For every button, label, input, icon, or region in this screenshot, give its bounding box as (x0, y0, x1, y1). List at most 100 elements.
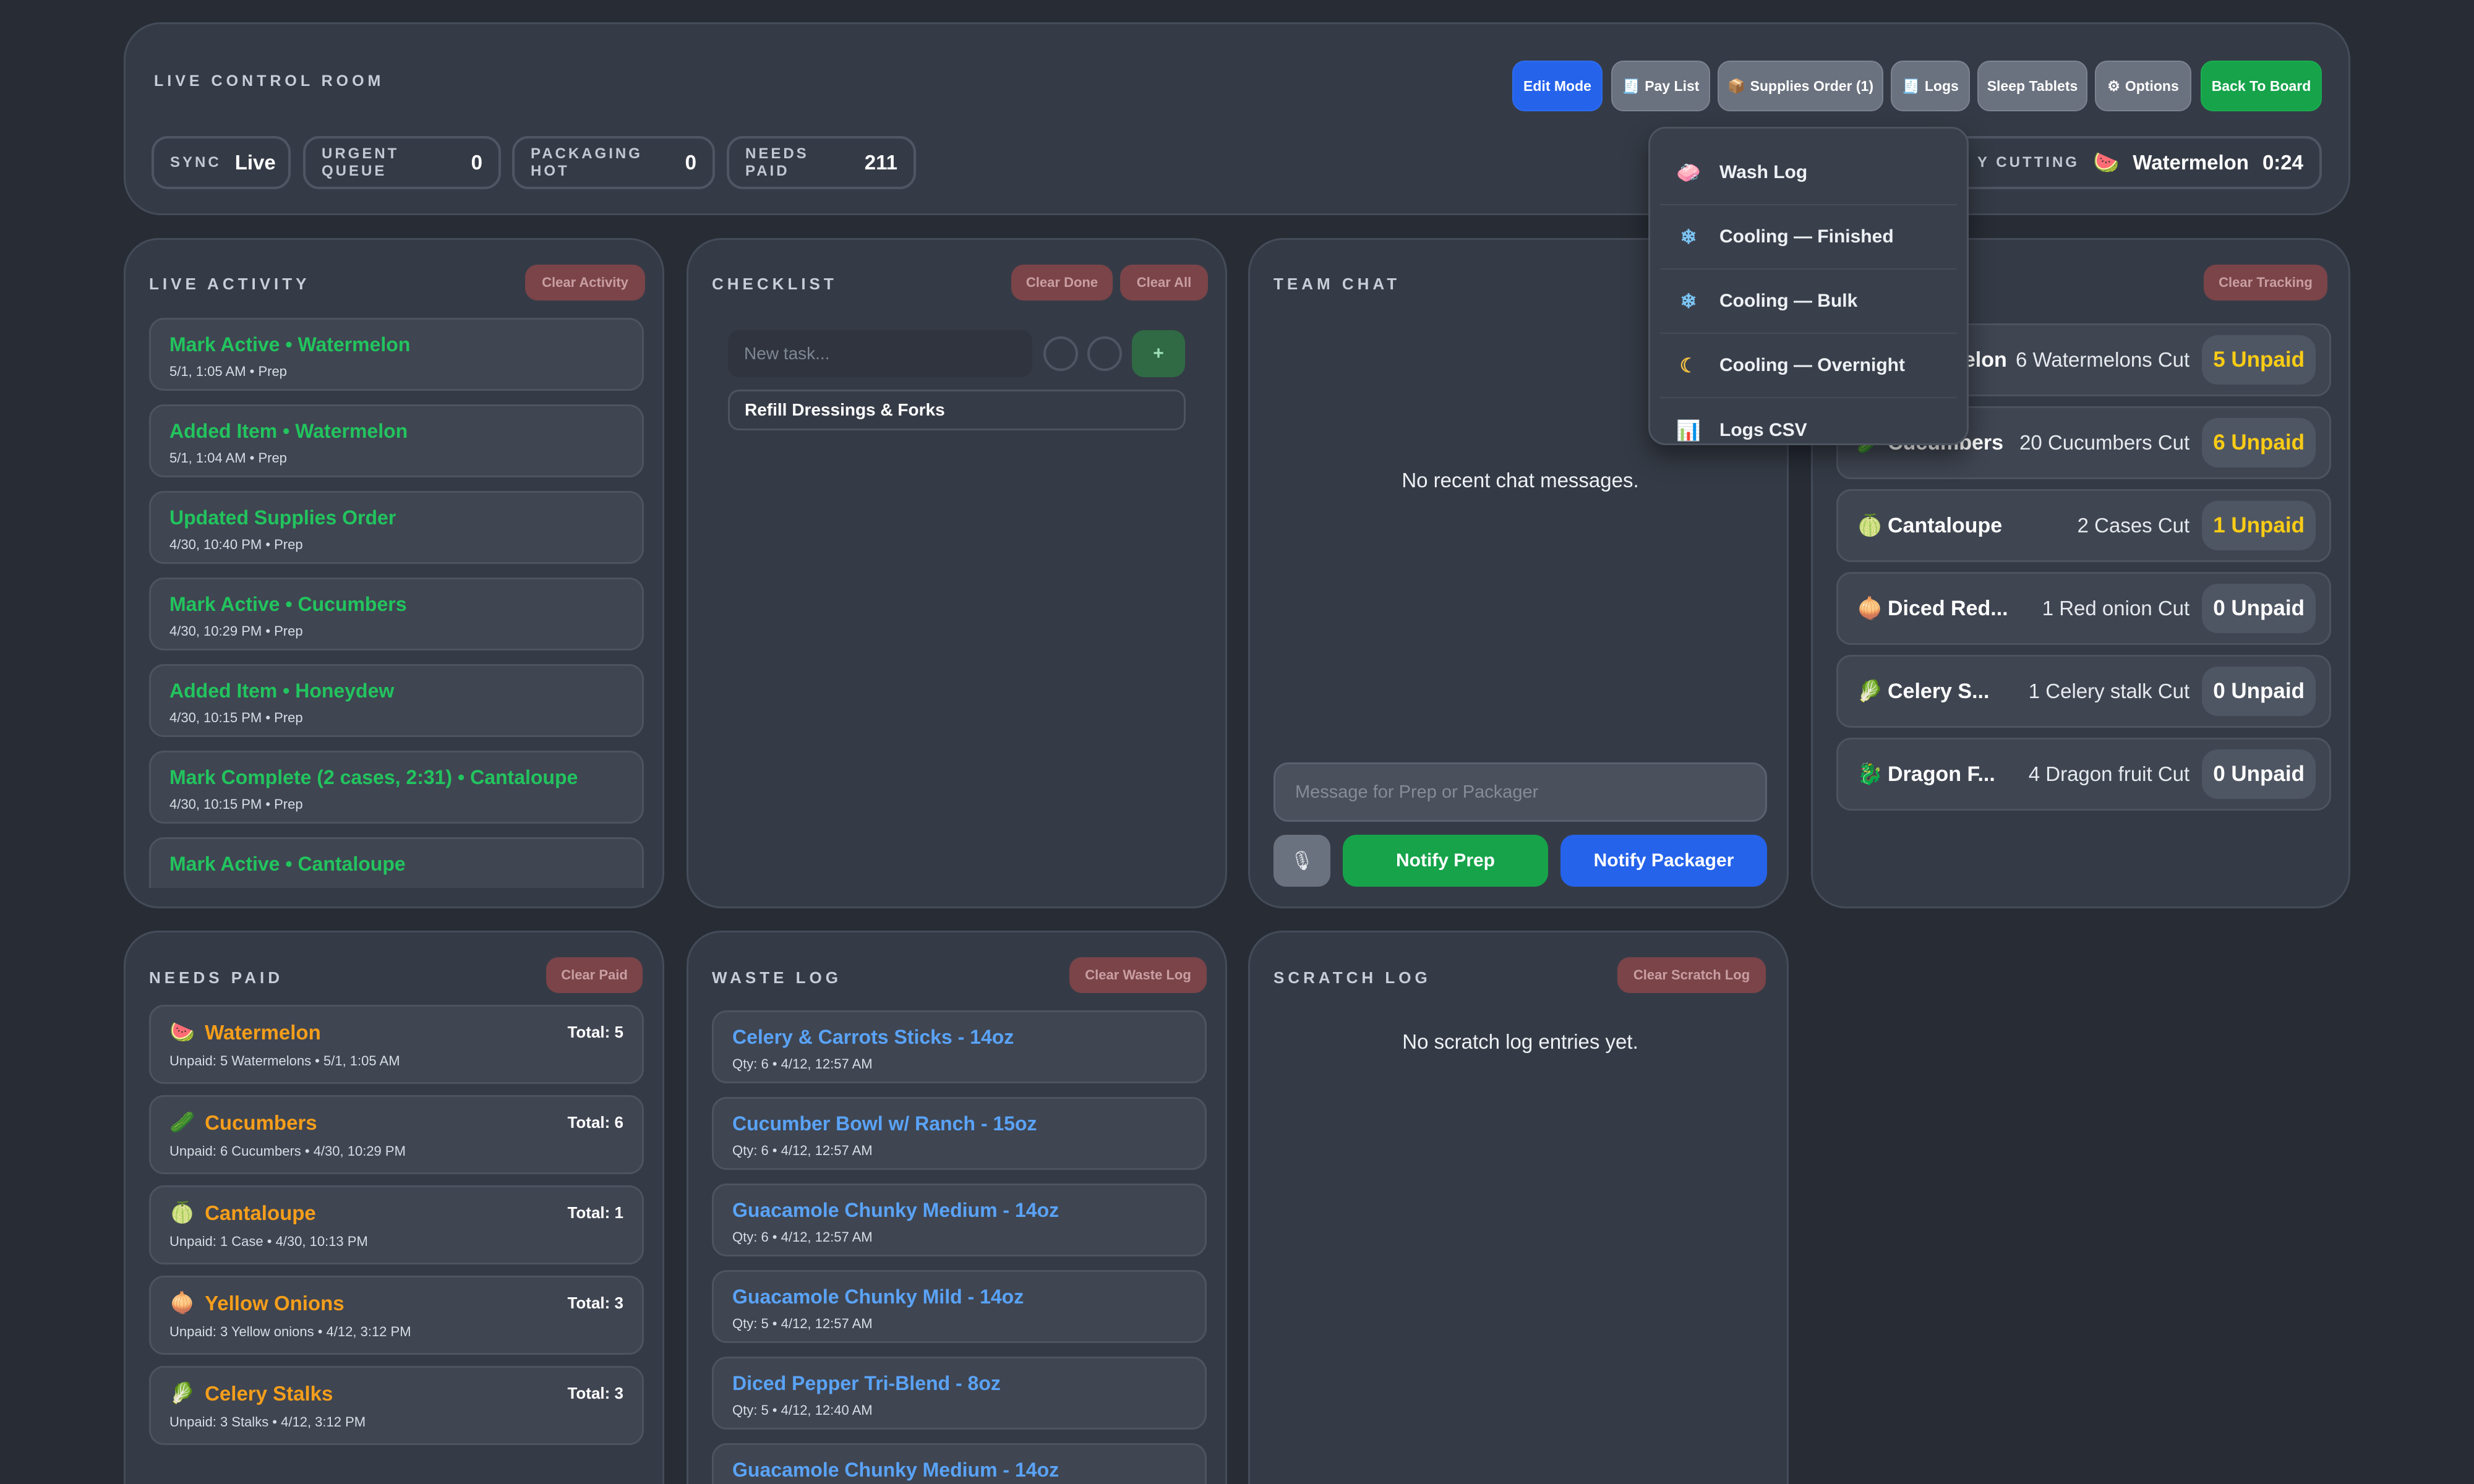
list-item[interactable]: Mark Complete (2 cases, 2:31) • Cantalou… (149, 751, 644, 824)
clear-tracking-button[interactable]: Clear Tracking (2204, 265, 2327, 301)
activity-title: Added Item • Watermelon (169, 420, 408, 442)
mic-button[interactable]: 🎙 (1273, 835, 1330, 887)
tracking-row[interactable]: 🍈 Cantaloupe 2 Cases Cut 1 Unpaid (1836, 489, 2331, 562)
waste-item-title: Guacamole Chunky Mild - 14oz (732, 1286, 1024, 1308)
sync-value: Live (234, 151, 276, 174)
cutting-pill: Y CUTTING 🍉 Watermelon 0:24 (1911, 136, 2322, 189)
activity-title: Added Item • Honeydew (169, 680, 395, 702)
pay-list-button[interactable]: 🧾 Pay List (1611, 61, 1710, 111)
receipt-icon: 🧾 (1622, 77, 1640, 94)
add-task-button[interactable]: + (1132, 330, 1185, 377)
needs-paid-item[interactable]: 🥒 Cucumbers Total: 6 Unpaid: 6 Cucumbers • … (149, 1095, 644, 1174)
waste-log-item[interactable]: Guacamole Chunky Medium - 14oz Qty: 6 • 4… (712, 1183, 1207, 1256)
chart-icon: 📊 (1676, 419, 1701, 441)
moon-icon: ☾ (1679, 354, 1698, 377)
tracking-item-name: Cantaloupe (1888, 513, 2003, 537)
options-button[interactable]: ⚙ Options (2095, 61, 2191, 111)
waste-log-card: WASTE LOG Clear Waste Log Celery & Carro… (687, 931, 1227, 1484)
needs-paid-meta: Unpaid: 3 Stalks • 4/12, 3:12 PM (169, 1414, 366, 1430)
waste-log-item[interactable]: Celery & Carrots Sticks - 14oz Qty: 6 • 4… (712, 1010, 1207, 1083)
tracking-item-name: Celery S... (1888, 679, 1990, 703)
list-item[interactable]: Mark Active • Cucumbers 4/30, 10:29 PM •… (149, 578, 644, 650)
needs-paid-item-name: Watermelon (205, 1020, 321, 1044)
pay-list-label: Pay List (1645, 77, 1700, 94)
needs-paid-meta: Unpaid: 5 Watermelons • 5/1, 1:05 AM (169, 1053, 400, 1068)
waste-log-item[interactable]: Guacamole Chunky Mild - 14oz Qty: 5 • 4/1… (712, 1270, 1207, 1343)
cutting-label: Y CUTTING (1977, 154, 2079, 171)
clear-waste-log-button[interactable]: Clear Waste Log (1069, 957, 1207, 993)
menu-item-logs-csv[interactable]: 📊 Logs CSV (1660, 398, 1957, 463)
waste-log-item[interactable]: Cucumber Bowl w/ Ranch - 15oz Qty: 6 • 4/… (712, 1097, 1207, 1170)
task-label: Refill Dressings & Forks (745, 400, 945, 419)
urgent-toggle[interactable] (1087, 336, 1122, 371)
clear-scratch-log-button[interactable]: Clear Scratch Log (1617, 957, 1766, 993)
needs-paid-item[interactable]: 🧅 Yellow Onions Total: 3 Unpaid: 3 Yellow o… (149, 1276, 644, 1355)
list-item[interactable]: Mark Active • Cantaloupe (149, 837, 644, 888)
clear-paid-button[interactable]: Clear Paid (546, 957, 643, 993)
log-icon: 🧾 (1902, 77, 1920, 94)
waste-item-meta: Qty: 5 • 4/12, 12:40 AM (732, 1402, 873, 1418)
list-item[interactable]: Added Item • Watermelon 5/1, 1:04 AM • P… (149, 404, 644, 477)
menu-item-cooling-bulk[interactable]: ❄ Cooling — Bulk (1660, 270, 1957, 334)
tracking-row[interactable]: 🐉 Dragon F... 4 Dragon fruit Cut 0 Unpaid (1836, 738, 2331, 811)
chat-message-input[interactable]: Message for Prep or Packager (1273, 762, 1767, 822)
sync-pill: SYNC Live (152, 136, 291, 189)
waste-item-title: Guacamole Chunky Medium - 14oz (732, 1199, 1059, 1221)
new-task-input[interactable]: New task... (728, 330, 1032, 377)
notify-packager-label: Notify Packager (1593, 850, 1734, 871)
needs-paid-total: Total: 3 (567, 1384, 623, 1402)
list-item[interactable]: Mark Active • Watermelon 5/1, 1:05 AM • … (149, 318, 644, 391)
logs-button[interactable]: 🧾 Logs (1891, 61, 1970, 111)
menu-item-label: Cooling — Finished (1719, 226, 1894, 247)
task-item[interactable]: Refill Dressings & Forks (728, 390, 1186, 430)
activity-meta: 5/1, 1:05 AM • Prep (169, 364, 287, 379)
needs-paid-card: NEEDS PAID Clear Paid 🍉 Watermelon Total: … (124, 931, 664, 1484)
tracking-row[interactable]: 🧅 Diced Red... 1 Red onion Cut 0 Unpaid (1836, 572, 2331, 645)
list-item[interactable]: Added Item • Honeydew 4/30, 10:15 PM • P… (149, 664, 644, 737)
waste-item-title: Celery & Carrots Sticks - 14oz (732, 1026, 1014, 1048)
menu-item-label: Cooling — Overnight (1719, 355, 1905, 375)
activity-meta: 4/30, 10:40 PM • Prep (169, 537, 303, 552)
needs-paid-total: Total: 6 (567, 1113, 623, 1132)
produce-icon: 🍉 (169, 1020, 195, 1043)
menu-item-wash-log[interactable]: 🧼 Wash Log (1660, 141, 1957, 205)
produce-icon: 🍈 (169, 1201, 195, 1224)
notify-prep-button[interactable]: Notify Prep (1343, 835, 1548, 887)
menu-item-cooling-finished[interactable]: ❄ Cooling — Finished (1660, 205, 1957, 270)
clear-all-button[interactable]: Clear All (1120, 265, 1208, 301)
needs-paid-item[interactable]: 🍈 Cantaloupe Total: 1 Unpaid: 1 Case • 4/30… (149, 1185, 644, 1264)
activity-title: Mark Active • Watermelon (169, 333, 411, 356)
sleep-tablets-button[interactable]: Sleep Tablets (1977, 61, 2087, 111)
urgent-queue-value: 0 (471, 151, 482, 174)
waste-log-item[interactable]: Diced Pepper Tri-Blend - 8oz Qty: 5 • 4/1… (712, 1357, 1207, 1430)
chat-empty-text: No recent chat messages. (1402, 469, 1639, 492)
waste-item-meta: Qty: 5 • 4/12, 12:57 AM (732, 1316, 873, 1331)
wash-icon: 🧼 (1676, 161, 1701, 184)
needs-paid-item[interactable]: 🥬 Celery Stalks Total: 3 Unpaid: 3 Stalks •… (149, 1366, 644, 1445)
supplies-order-button[interactable]: 📦 Supplies Order (1) (1718, 61, 1883, 111)
activity-title: Mark Active • Cucumbers (169, 593, 407, 615)
menu-item-cooling-overnight[interactable]: ☾ Cooling — Overnight (1660, 334, 1957, 398)
page-title: LIVE CONTROL ROOM (154, 72, 385, 90)
needs-paid-item[interactable]: 🍉 Watermelon Total: 5 Unpaid: 5 Watermelons… (149, 1005, 644, 1084)
list-item[interactable]: Updated Supplies Order 4/30, 10:40 PM • … (149, 491, 644, 564)
needs-paid-item-name: Cucumbers (205, 1111, 317, 1134)
unpaid-badge: 1 Unpaid (2202, 501, 2316, 550)
back-to-board-button[interactable]: Back To Board (2201, 61, 2322, 111)
waste-log-item[interactable]: Guacamole Chunky Medium - 14oz (712, 1443, 1207, 1484)
edit-mode-button[interactable]: Edit Mode (1512, 61, 1603, 111)
cutting-item: Watermelon (2133, 151, 2249, 174)
clear-done-button[interactable]: Clear Done (1011, 265, 1113, 301)
chat-input-placeholder: Message for Prep or Packager (1295, 782, 1539, 802)
tracking-cut-count: 20 Cucumbers Cut (2019, 431, 2190, 454)
activity-meta: 4/30, 10:15 PM • Prep (169, 796, 303, 812)
priority-toggle[interactable] (1043, 336, 1078, 371)
activity-meta: 4/30, 10:15 PM • Prep (169, 710, 303, 725)
supplies-order-label: Supplies Order (1) (1750, 77, 1873, 94)
menu-item-label: Wash Log (1719, 162, 1808, 182)
tracking-cut-count: 1 Red onion Cut (2042, 597, 2190, 620)
tracking-row[interactable]: 🥬 Celery S... 1 Celery stalk Cut 0 Unpaid (1836, 655, 2331, 728)
checklist-card: CHECKLIST Clear Done Clear All New task.… (687, 238, 1227, 908)
notify-packager-button[interactable]: Notify Packager (1560, 835, 1767, 887)
needs-paid-pill: NEEDS PAID 211 (727, 136, 916, 189)
